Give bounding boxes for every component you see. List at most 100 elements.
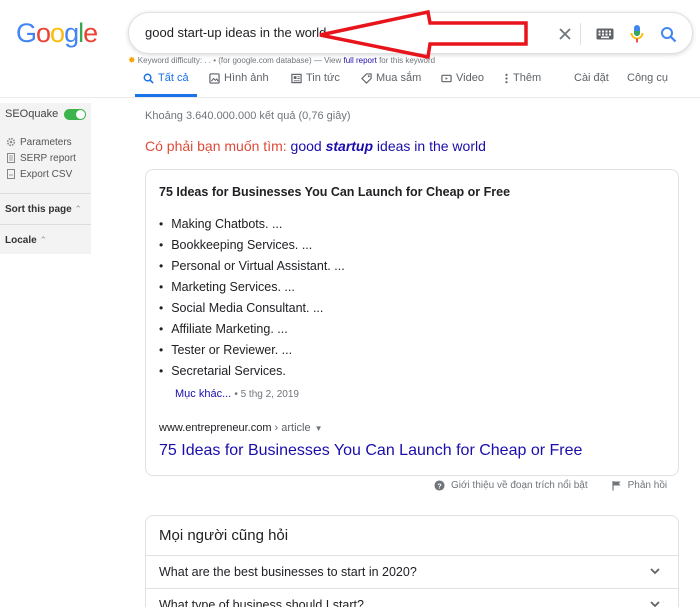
tab-video[interactable]: Video xyxy=(441,72,484,84)
gear-icon xyxy=(6,137,16,147)
sidebar-divider xyxy=(0,193,91,194)
chevron-down-icon xyxy=(650,601,660,607)
microphone-icon[interactable] xyxy=(625,22,649,46)
logo-letter: o xyxy=(50,18,65,48)
spelling-suggestion-link[interactable]: good startup ideas in the world xyxy=(291,138,486,154)
help-icon: ? xyxy=(434,480,445,491)
logo-letter: G xyxy=(16,18,37,48)
list-item: Secretarial Services. xyxy=(159,360,345,381)
sidebar-divider xyxy=(0,224,91,225)
search-icon[interactable] xyxy=(656,22,680,46)
svg-text:?: ? xyxy=(437,481,442,490)
tabs-divider xyxy=(0,97,700,98)
feedback-link[interactable]: Phản hồi xyxy=(628,480,667,491)
list-item: Social Media Consultant. ... xyxy=(159,297,345,318)
snippet-feedback-row: ? Giới thiệu về đoạn trích nổi bật Phản … xyxy=(434,480,667,491)
paa-question[interactable]: What type of business should I start? xyxy=(146,588,678,607)
list-item: Marketing Services. ... xyxy=(159,276,345,297)
parameters-item[interactable]: Parameters xyxy=(6,134,76,150)
did-you-mean-prefix: Có phải bạn muốn tìm: xyxy=(145,138,291,154)
list-item: Bookkeeping Services. ... xyxy=(159,234,345,255)
seoquake-mini-icon: ✸ xyxy=(128,55,136,65)
logo-letter: e xyxy=(83,18,98,48)
logo-letter: g xyxy=(64,18,79,48)
list-item: Affiliate Marketing. ... xyxy=(159,318,345,339)
seoquake-keyword-line: ✸ Keyword difficulty: . . • (for google.… xyxy=(128,55,435,66)
tab-shopping[interactable]: Mua sắm xyxy=(361,72,421,84)
result-cite: www.entrepreneur.com › article ▼ xyxy=(159,422,323,434)
image-icon xyxy=(209,72,220,84)
sort-this-page[interactable]: Sort this page ⌃ xyxy=(5,204,82,215)
google-logo[interactable]: Google xyxy=(16,18,98,49)
about-snippets-link[interactable]: Giới thiệu về đoạn trích nổi bật xyxy=(451,480,588,491)
tag-icon xyxy=(361,72,372,84)
tab-images[interactable]: Hình ảnh xyxy=(209,72,269,84)
list-item: Tester or Reviewer. ... xyxy=(159,339,345,360)
chevron-up-icon: ⌃ xyxy=(74,204,83,214)
document-icon xyxy=(7,153,15,163)
tab-label: Công cụ xyxy=(627,72,668,84)
result-stats: Khoảng 3.640.000.000 kết quả (0,76 giây) xyxy=(145,110,351,122)
list-item: Personal or Virtual Assistant. ... xyxy=(159,255,344,276)
tab-label: Tất cả xyxy=(158,72,189,84)
caret-down-icon[interactable]: ▼ xyxy=(315,424,323,433)
search-divider xyxy=(580,23,581,45)
snippet-date: • 5 thg 2, 2019 xyxy=(234,389,299,400)
chevron-up-icon: ⌃ xyxy=(39,235,48,245)
result-title-link[interactable]: 75 Ideas for Businesses You Can Launch f… xyxy=(159,442,582,460)
export-csv-item[interactable]: Export CSV xyxy=(6,166,76,182)
sidebar-item-label: Parameters xyxy=(20,136,72,148)
tab-label: Thêm xyxy=(513,72,542,84)
list-item: Making Chatbots. ... xyxy=(159,213,345,234)
paa-question-text: What are the best businesses to start in… xyxy=(159,565,417,579)
cite-path: › article xyxy=(271,422,311,434)
tab-label: Cài đặt xyxy=(574,72,609,84)
seoquake-header: SEOquake xyxy=(5,108,87,120)
search-input[interactable] xyxy=(145,25,525,40)
serp-report-item[interactable]: SERP report xyxy=(6,150,76,166)
cite-domain: www.entrepreneur.com xyxy=(159,422,272,434)
sidebar-item-label: Export CSV xyxy=(20,168,73,180)
featured-snippet: 75 Ideas for Businesses You Can Launch f… xyxy=(145,169,679,476)
csv-file-icon xyxy=(7,169,15,179)
suggestion-bold: startup xyxy=(325,138,374,154)
locale-section[interactable]: Locale ⌃ xyxy=(5,235,47,246)
paa-title: Mọi người cũng hỏi xyxy=(159,527,289,544)
search-tabs: Tất cả Hình ảnh Tin tức Mua sắm Video Th… xyxy=(135,72,700,96)
tab-tools[interactable]: Công cụ xyxy=(627,72,668,84)
tab-more[interactable]: Thêm xyxy=(504,72,541,84)
tab-settings[interactable]: Cài đặt xyxy=(574,72,609,84)
more-items-link[interactable]: Mục khác... xyxy=(175,388,231,400)
snippet-more-row: Mục khác... • 5 thg 2, 2019 xyxy=(175,388,299,400)
seoquake-menu: Parameters SERP report Export CSV xyxy=(6,134,76,182)
seoquake-sidebar: SEOquake Parameters SERP report Export C… xyxy=(0,103,91,254)
sort-label: Sort this page xyxy=(5,204,72,215)
news-icon xyxy=(291,73,302,83)
locale-label: Locale xyxy=(5,235,37,246)
search-icon xyxy=(143,73,154,84)
tab-label: Mua sắm xyxy=(376,72,422,84)
video-icon xyxy=(441,74,452,82)
full-report-link[interactable]: full report xyxy=(344,56,377,65)
seoquake-toggle[interactable] xyxy=(64,108,87,120)
did-you-mean: Có phải bạn muốn tìm: good startup ideas… xyxy=(145,138,486,154)
paa-question[interactable]: What are the best businesses to start in… xyxy=(146,555,678,587)
logo-letter: o xyxy=(36,18,51,48)
paa-question-text: What type of business should I start? xyxy=(159,598,364,607)
snippet-list: Making Chatbots. ... Bookkeeping Service… xyxy=(159,213,345,381)
chevron-down-icon xyxy=(650,568,660,575)
keyword-suffix-text: for this keyword xyxy=(376,56,436,65)
suggestion-part: good xyxy=(290,138,326,154)
seoquake-title: SEOquake xyxy=(5,108,59,120)
tab-all[interactable]: Tất cả xyxy=(143,72,189,84)
more-vert-icon xyxy=(505,73,508,83)
people-also-ask: Mọi người cũng hỏi What are the best bus… xyxy=(145,515,679,607)
sidebar-item-label: SERP report xyxy=(20,152,76,164)
tab-label: Video xyxy=(456,72,484,84)
keyboard-icon[interactable] xyxy=(593,22,617,46)
flag-icon xyxy=(612,481,621,491)
tab-news[interactable]: Tin tức xyxy=(291,72,340,84)
suggestion-part: ideas in the world xyxy=(373,138,486,154)
clear-icon[interactable] xyxy=(553,22,577,46)
search-box xyxy=(128,12,693,54)
